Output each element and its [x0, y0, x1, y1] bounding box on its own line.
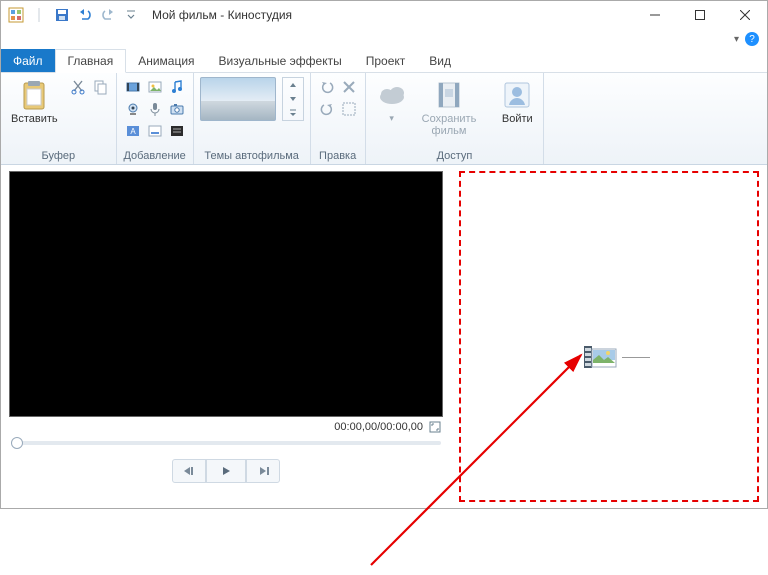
- ribbon-help-row: ▾ ?: [1, 29, 767, 49]
- tab-file[interactable]: Файл: [1, 49, 55, 72]
- fullscreen-icon[interactable]: [429, 421, 441, 433]
- tab-view[interactable]: Вид: [417, 49, 463, 72]
- paste-button[interactable]: Вставить: [7, 77, 62, 127]
- group-edit: Правка: [311, 73, 366, 164]
- ribbon: Вставить Буфер A Добавление: [1, 73, 767, 165]
- titlebar: Мой фильм - Киностудия: [1, 1, 767, 29]
- group-access-label: Доступ: [372, 148, 538, 162]
- paste-label: Вставить: [11, 113, 58, 125]
- seek-thumb[interactable]: [11, 437, 23, 449]
- add-credits-icon[interactable]: [167, 121, 187, 141]
- add-photo-icon[interactable]: [145, 77, 165, 97]
- add-narration-icon[interactable]: [145, 99, 165, 119]
- qat-customize-icon[interactable]: [120, 4, 142, 26]
- group-themes-label: Темы автофильма: [200, 148, 304, 162]
- theme-scroll-down-icon[interactable]: [283, 92, 303, 106]
- delete-icon[interactable]: [339, 77, 359, 97]
- play-button[interactable]: [206, 459, 246, 483]
- add-small-buttons: A: [123, 77, 187, 141]
- rotate-left-icon[interactable]: [317, 77, 337, 97]
- group-buffer-label: Буфер: [7, 148, 110, 162]
- save-icon[interactable]: [51, 4, 73, 26]
- add-webcam-icon[interactable]: [123, 99, 143, 119]
- help-icon[interactable]: ?: [745, 32, 759, 46]
- preview-panel: 00:00,00/00:00,00: [1, 165, 451, 508]
- rotate-right-icon[interactable]: [317, 99, 337, 119]
- add-media-placeholder-icon[interactable]: [584, 343, 618, 371]
- theme-thumbnail[interactable]: [200, 77, 276, 121]
- add-music-icon[interactable]: [167, 77, 187, 97]
- signin-button[interactable]: Войти: [497, 77, 537, 127]
- playback-controls: [9, 449, 443, 483]
- buffer-small-buttons: [68, 77, 110, 97]
- add-caption-icon[interactable]: [145, 121, 165, 141]
- storyboard-panel[interactable]: [451, 165, 767, 508]
- tab-home[interactable]: Главная: [55, 49, 127, 73]
- placeholder-line: [622, 357, 650, 358]
- redo-icon[interactable]: [97, 4, 119, 26]
- video-preview[interactable]: [9, 171, 443, 417]
- tab-animation[interactable]: Анимация: [126, 49, 206, 72]
- quick-access-toolbar: [1, 4, 146, 26]
- window-controls: [632, 1, 767, 29]
- group-add-label: Добавление: [123, 148, 187, 162]
- prev-frame-button[interactable]: [172, 459, 206, 483]
- theme-gallery-more-icon[interactable]: [283, 106, 303, 120]
- add-video-icon[interactable]: [123, 77, 143, 97]
- add-title-icon[interactable]: A: [123, 121, 143, 141]
- ribbon-collapse-icon[interactable]: ▾: [734, 34, 739, 45]
- share-cloud-button[interactable]: ▾: [372, 77, 412, 126]
- select-all-icon[interactable]: [339, 99, 359, 119]
- group-buffer: Вставить Буфер: [1, 73, 117, 164]
- signin-label: Войти: [502, 113, 533, 125]
- time-display: 00:00,00/00:00,00: [334, 421, 423, 433]
- group-add: A Добавление: [117, 73, 194, 164]
- content-area: 00:00,00/00:00,00: [1, 165, 767, 508]
- window-title: Мой фильм - Киностудия: [146, 8, 632, 22]
- save-movie-label: Сохранить фильм: [422, 113, 477, 137]
- time-bar: 00:00,00/00:00,00: [9, 417, 443, 437]
- seek-slider[interactable]: [9, 437, 443, 449]
- copy-icon[interactable]: [90, 77, 110, 97]
- tab-project[interactable]: Проект: [354, 49, 418, 72]
- minimize-button[interactable]: [632, 1, 677, 29]
- tab-vfx[interactable]: Визуальные эффекты: [207, 49, 354, 72]
- add-snapshot-icon[interactable]: [167, 99, 187, 119]
- maximize-button[interactable]: [677, 1, 722, 29]
- undo-icon[interactable]: [74, 4, 96, 26]
- edit-small-buttons: [317, 77, 359, 119]
- next-frame-button[interactable]: [246, 459, 280, 483]
- svg-text:A: A: [130, 127, 136, 136]
- group-themes: Темы автофильма: [194, 73, 311, 164]
- group-edit-label: Правка: [317, 148, 359, 162]
- qat-divider: [28, 4, 50, 26]
- drop-zone-highlight: [459, 171, 759, 502]
- close-button[interactable]: [722, 1, 767, 29]
- group-access: ▾ Сохранить фильм Войти Доступ: [366, 73, 545, 164]
- ribbon-tabs: Файл Главная Анимация Визуальные эффекты…: [1, 49, 767, 73]
- save-movie-button[interactable]: Сохранить фильм: [418, 77, 481, 139]
- cut-icon[interactable]: [68, 77, 88, 97]
- theme-scroll-up-icon[interactable]: [283, 78, 303, 92]
- app-icon: [5, 4, 27, 26]
